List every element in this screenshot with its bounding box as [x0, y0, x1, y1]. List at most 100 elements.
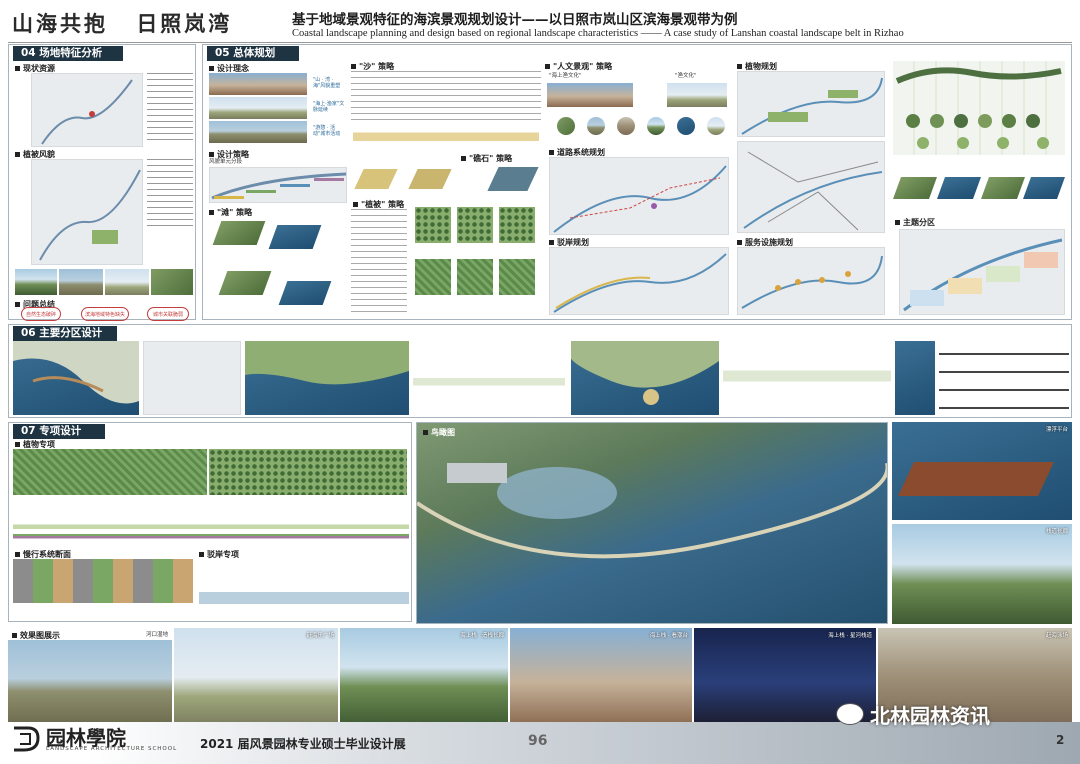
concept-photo-3 [209, 121, 307, 143]
label-float-platform: 漂浮平台 [1045, 427, 1068, 433]
boardwalk-render: 栈道长廊 [892, 524, 1072, 624]
panel-06: 06 主要分区设计 [8, 324, 1072, 418]
vegetation-photo-2 [59, 269, 103, 295]
shore-sections [199, 559, 409, 619]
zone-sections-4 [939, 341, 1069, 415]
render-1: 河口湿地 [8, 632, 172, 726]
beach-block-2 [268, 225, 322, 249]
sand-text [351, 71, 541, 123]
title-en: Coastal landscape planning and design ba… [292, 28, 904, 39]
zoning-icon [903, 238, 1063, 312]
segment-icon [211, 172, 347, 200]
corner-number: 2 [1056, 733, 1065, 747]
concept-tag-1: "山 · 湾 · 海"风貌重塑 [313, 77, 341, 89]
service-map [737, 247, 885, 315]
school-logo-icon [14, 726, 40, 752]
green-pattern-2 [457, 207, 493, 243]
zone-section-2 [413, 341, 565, 415]
shore-icon [553, 253, 727, 313]
sub-zoning: 主题分区 [895, 217, 935, 228]
sub-beach: "滩" 策略 [209, 207, 252, 218]
culture-sub-1: "海上渔文化" [549, 73, 582, 79]
calligraphy-left: 山海共抱 [12, 11, 108, 36]
aerial-view: 鸟瞰图 [416, 422, 888, 624]
plant-photos-1 [13, 449, 207, 495]
concept-tag-3: "游憩 · 活动"城市活动 [313, 125, 341, 137]
zone-plan-4 [895, 341, 935, 415]
problem-bubble-3: 城市关联脆弱 [147, 307, 189, 321]
section-06-title: 06 主要分区设计 [13, 326, 117, 341]
zone-plan-3 [569, 341, 719, 415]
vegetation-photo-1 [15, 269, 57, 295]
vegetation-photo-3 [105, 269, 149, 295]
planting-hierarchy [893, 61, 1065, 155]
status-map [31, 73, 143, 147]
render-label-2: 赶海乐广场 [306, 633, 334, 639]
green-pattern-4 [415, 259, 451, 295]
panel-05: 05 总体规划 设计理念 "山 · 湾 · 海"风貌重塑 "海上·渔家"文脉延续… [202, 44, 1072, 320]
exhibition-title: 2021 届风景园林专业硕士毕业设计展 [200, 737, 406, 751]
reef-block-1 [354, 169, 398, 189]
culture-circle-5 [677, 117, 695, 135]
green-pattern-3 [499, 207, 535, 243]
problem-bubble-2: 滨海地域特色缺失 [81, 307, 129, 321]
culture-sub-2: "渔文化" [675, 73, 697, 79]
culture-circle-4 [647, 117, 665, 135]
coastline-icon [41, 79, 133, 145]
render-2: 赶海乐广场 [174, 628, 338, 726]
render-label-5: 海上栈 · 星河栈道 [828, 633, 872, 639]
road-icon [553, 165, 727, 233]
culture-circle-3 [617, 117, 635, 135]
culture-circle-2 [587, 117, 605, 135]
zone-plan-1 [13, 341, 139, 415]
vegetation-map [31, 159, 143, 265]
reef-block-3 [487, 167, 539, 191]
label-boardwalk: 栈道长廊 [1045, 529, 1068, 535]
sub-reef: "礁石" 策略 [461, 153, 512, 164]
culture-circle-1 [557, 117, 575, 135]
planting-block-1 [892, 177, 938, 199]
page-number: 96 [528, 733, 548, 749]
render-label-6: 赶海泳场 [1045, 633, 1068, 639]
culture-photo-2 [667, 83, 727, 107]
render-label-3: 海上栈 · 造栈长廊 [460, 633, 504, 639]
shore-map [549, 247, 729, 315]
zone-section-1 [143, 341, 241, 415]
planting-icon [741, 77, 883, 135]
culture-photo-1 [547, 83, 633, 107]
float-platform-render: 漂浮平台 [892, 422, 1072, 520]
concept-photo-2 [209, 97, 307, 119]
road-map [549, 157, 729, 235]
planting-block-2 [936, 177, 982, 199]
culture-circle-6 [707, 117, 725, 135]
service-icon [741, 255, 883, 309]
beach-block-3 [218, 271, 272, 295]
vegetation-photo-4 [151, 269, 193, 295]
concept-photo-1 [209, 73, 307, 95]
zone-plan-2 [245, 341, 409, 415]
render-3: 海上栈 · 造栈长廊 [340, 628, 508, 726]
planting-block-3 [980, 177, 1026, 199]
watermark: 北林园林资讯 [870, 704, 990, 728]
reef-block-2 [408, 169, 452, 189]
slow-sections [13, 559, 193, 603]
render-4: 海上栈 · 看潮台 [510, 628, 692, 726]
header-divider [8, 42, 1072, 43]
calligraphy-right: 日照岚湾 [136, 11, 233, 36]
zone-section-3 [723, 341, 891, 415]
planting-map [737, 71, 885, 137]
zone-plan-3-icon [569, 341, 719, 405]
panel-04: 04 场地特征分析 现状资源 植被风貌 问题总结 自然生态破碎 滨海地域特色缺失… [8, 44, 196, 321]
zone-plan-1-icon [13, 341, 139, 404]
strategy-map [209, 167, 347, 203]
vegetation-text [147, 159, 193, 229]
green-text [351, 209, 407, 313]
concept-tag-2: "海上·渔家"文脉延续 [313, 101, 345, 113]
plant-photos-2 [209, 449, 407, 495]
sand-section [353, 127, 539, 141]
green-pattern-5 [457, 259, 493, 295]
section-04-title: 04 场地特征分析 [13, 46, 123, 61]
aerial-icon [417, 463, 887, 559]
tree-hierarchy-icon [895, 67, 1062, 149]
panel-07: 07 专项设计 植物专项 慢行系统断面 驳岸专项 [8, 422, 412, 622]
